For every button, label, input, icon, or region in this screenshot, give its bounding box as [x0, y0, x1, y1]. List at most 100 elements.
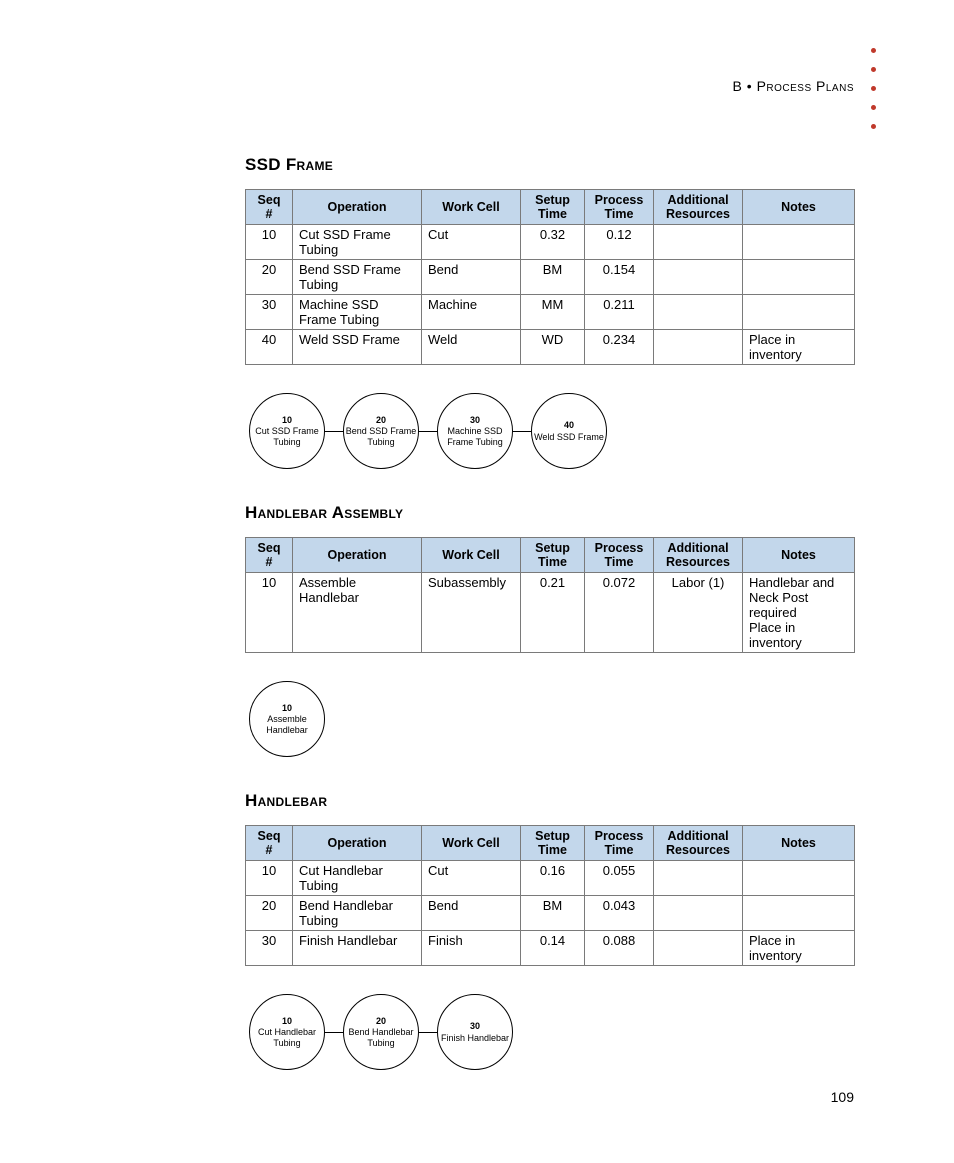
- flow-diagram: 10Assemble Handlebar: [249, 681, 855, 757]
- table-cell: Place in inventory: [743, 330, 855, 365]
- table-cell: [654, 260, 743, 295]
- table-cell: WD: [521, 330, 585, 365]
- table-header: Seq#: [246, 538, 293, 573]
- table-cell: Weld: [422, 330, 521, 365]
- table-cell: 0.234: [585, 330, 654, 365]
- table-cell: 0.055: [585, 861, 654, 896]
- table-header: Notes: [743, 190, 855, 225]
- flow-connector: [513, 431, 531, 432]
- page-number: 109: [831, 1089, 854, 1105]
- table-cell: Bend Handlebar Tubing: [293, 896, 422, 931]
- table-cell: [743, 861, 855, 896]
- flow-node-seq: 20: [376, 415, 386, 425]
- dot-icon: [871, 48, 876, 53]
- table-header: Seq#: [246, 826, 293, 861]
- dot-icon: [871, 105, 876, 110]
- table-header: AdditionalResources: [654, 538, 743, 573]
- table-cell: 0.088: [585, 931, 654, 966]
- table-cell: Machine: [422, 295, 521, 330]
- flow-node: 10Cut SSD Frame Tubing: [249, 393, 325, 469]
- flow-connector: [325, 431, 343, 432]
- table-cell: 0.12: [585, 225, 654, 260]
- flow-connector: [419, 1032, 437, 1033]
- table-cell: Cut Handlebar Tubing: [293, 861, 422, 896]
- table-cell: 30: [246, 295, 293, 330]
- flow-node: 30Machine SSD Frame Tubing: [437, 393, 513, 469]
- table-cell: Weld SSD Frame: [293, 330, 422, 365]
- table-cell: Finish Handlebar: [293, 931, 422, 966]
- flow-node: 40Weld SSD Frame: [531, 393, 607, 469]
- table-row: 20Bend Handlebar TubingBendBM0.043: [246, 896, 855, 931]
- table-row: 20Bend SSD Frame TubingBendBM0.154: [246, 260, 855, 295]
- table-header: AdditionalResources: [654, 826, 743, 861]
- table-cell: [743, 295, 855, 330]
- process-table: Seq#OperationWork CellSetupTimeProcessTi…: [245, 825, 855, 966]
- flow-node: 10Cut Handlebar Tubing: [249, 994, 325, 1070]
- table-cell: 30: [246, 931, 293, 966]
- table-cell: 10: [246, 861, 293, 896]
- flow-node-seq: 10: [282, 415, 292, 425]
- flow-node-label: Assemble Handlebar: [250, 714, 324, 735]
- table-cell: [654, 295, 743, 330]
- flow-connector: [325, 1032, 343, 1033]
- dot-icon: [871, 67, 876, 72]
- flow-node: 20Bend Handlebar Tubing: [343, 994, 419, 1070]
- table-cell: BM: [521, 896, 585, 931]
- table-row: 30Finish HandlebarFinish0.140.088Place i…: [246, 931, 855, 966]
- table-cell: Bend: [422, 896, 521, 931]
- table-header: Operation: [293, 190, 422, 225]
- table-cell: 0.32: [521, 225, 585, 260]
- flow-node-seq: 10: [282, 1016, 292, 1026]
- table-cell: Labor (1): [654, 573, 743, 653]
- table-header: Work Cell: [422, 538, 521, 573]
- table-cell: 0.14: [521, 931, 585, 966]
- table-cell: 0.154: [585, 260, 654, 295]
- flow-node-label: Weld SSD Frame: [534, 432, 604, 442]
- flow-node: 10Assemble Handlebar: [249, 681, 325, 757]
- table-cell: Assemble Handlebar: [293, 573, 422, 653]
- section-title: Handlebar: [245, 791, 855, 811]
- table-cell: BM: [521, 260, 585, 295]
- table-cell: Cut SSD Frame Tubing: [293, 225, 422, 260]
- flow-node-label: Bend Handlebar Tubing: [344, 1027, 418, 1048]
- table-header: SetupTime: [521, 826, 585, 861]
- table-cell: Bend: [422, 260, 521, 295]
- table-cell: 20: [246, 260, 293, 295]
- table-cell: [743, 896, 855, 931]
- table-cell: [654, 225, 743, 260]
- table-cell: [743, 260, 855, 295]
- flow-node-label: Finish Handlebar: [441, 1033, 509, 1043]
- table-cell: 0.16: [521, 861, 585, 896]
- flow-node-seq: 20: [376, 1016, 386, 1026]
- table-header: ProcessTime: [585, 826, 654, 861]
- table-cell: 0.072: [585, 573, 654, 653]
- table-header: SetupTime: [521, 190, 585, 225]
- process-table: Seq#OperationWork CellSetupTimeProcessTi…: [245, 189, 855, 365]
- dot-icon: [871, 124, 876, 129]
- table-header: ProcessTime: [585, 538, 654, 573]
- flow-node-label: Cut SSD Frame Tubing: [250, 426, 324, 447]
- table-row: 40Weld SSD FrameWeldWD0.234 Place in inve…: [246, 330, 855, 365]
- table-header: SetupTime: [521, 538, 585, 573]
- flow-node-seq: 30: [470, 1021, 480, 1031]
- table-cell: 20: [246, 896, 293, 931]
- table-cell: 0.211: [585, 295, 654, 330]
- margin-dots: [871, 48, 876, 129]
- table-cell: [743, 225, 855, 260]
- table-cell: [654, 896, 743, 931]
- table-row: 10Cut Handlebar TubingCut0.160.055: [246, 861, 855, 896]
- table-header: AdditionalResources: [654, 190, 743, 225]
- table-cell: Cut: [422, 225, 521, 260]
- table-cell: 40: [246, 330, 293, 365]
- table-row: 30Machine SSD Frame TubingMachineMM0.211: [246, 295, 855, 330]
- header-section-name: Process Plans: [757, 78, 854, 94]
- table-cell: Finish: [422, 931, 521, 966]
- table-cell: MM: [521, 295, 585, 330]
- process-table: Seq#OperationWork CellSetupTimeProcessTi…: [245, 537, 855, 653]
- table-header: Seq#: [246, 190, 293, 225]
- table-header: Operation: [293, 538, 422, 573]
- table-header: Notes: [743, 826, 855, 861]
- table-header: Operation: [293, 826, 422, 861]
- flow-node-label: Machine SSD Frame Tubing: [438, 426, 512, 447]
- table-header: Work Cell: [422, 826, 521, 861]
